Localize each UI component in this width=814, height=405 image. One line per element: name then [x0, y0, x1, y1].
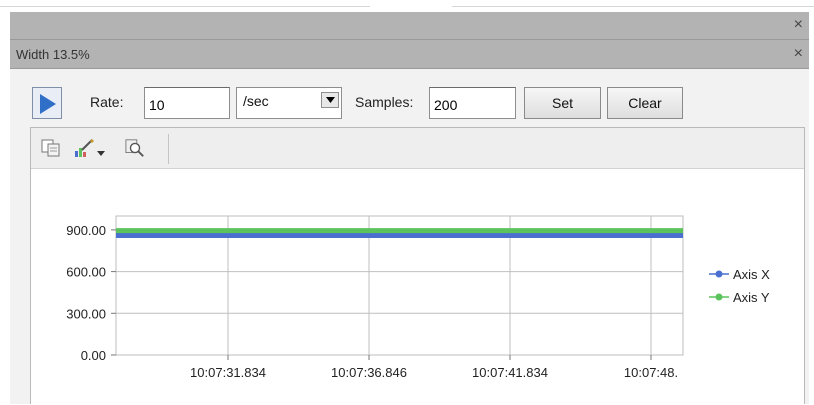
outer-panel-header: ×: [10, 12, 809, 40]
panel-title: Width 13.5%: [16, 47, 90, 62]
play-button[interactable]: [32, 87, 62, 119]
x-tick-label: 10:07:31.834: [190, 365, 266, 380]
samples-input[interactable]: [429, 87, 516, 119]
chevron-down-icon[interactable]: [321, 92, 339, 108]
y-tick-label: 900.00: [66, 223, 106, 238]
y-tick-label: 0.00: [81, 348, 106, 363]
legend-marker: [715, 293, 723, 301]
y-tick-label: 300.00: [66, 306, 106, 321]
tab-divider: [452, 0, 814, 7]
play-icon: [40, 94, 56, 114]
rate-label: Rate:: [90, 94, 124, 110]
x-tick-label: 10:07:36.846: [331, 365, 407, 380]
set-button[interactable]: Set: [524, 87, 601, 119]
plot-panel: Rate: /sec Samples: Set Clear: [10, 69, 809, 404]
close-icon[interactable]: ×: [794, 45, 803, 63]
legend-label: Axis Y: [733, 290, 770, 305]
x-tick-label: 10:07:41.834: [472, 365, 548, 380]
samples-label: Samples:: [355, 94, 414, 110]
top-strip: [0, 0, 814, 12]
rate-unit-select[interactable]: /sec: [236, 87, 342, 119]
tab-divider: [0, 0, 370, 7]
line-chart[interactable]: 0.00 300.00 600.00 900.00 10:07:31.834 10:07:…: [31, 128, 806, 405]
panel-header: Width 13.5% ×: [10, 40, 809, 69]
rate-input[interactable]: [144, 87, 230, 119]
clear-button[interactable]: Clear: [607, 87, 683, 119]
x-tick-label: 10:07:48.: [624, 365, 678, 380]
legend-marker: [715, 270, 723, 278]
chart-area: 0.00 300.00 600.00 900.00 10:07:31.834 10:07:…: [30, 127, 805, 404]
y-tick-label: 600.00: [66, 265, 106, 280]
acquisition-controls: Rate: /sec Samples: Set Clear: [10, 69, 809, 124]
legend-label: Axis X: [733, 267, 770, 282]
close-icon[interactable]: ×: [794, 16, 803, 34]
rate-unit-value: /sec: [243, 93, 269, 109]
